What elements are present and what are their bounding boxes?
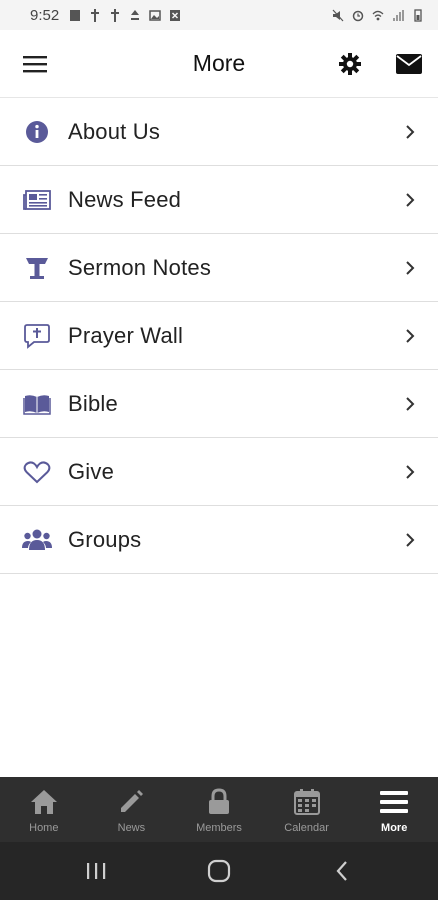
- tab-members[interactable]: Members: [175, 777, 263, 842]
- menu-item-groups[interactable]: Groups: [0, 506, 438, 574]
- menu-item-label: Sermon Notes: [68, 254, 212, 280]
- gear-icon: [339, 53, 361, 75]
- pencil-icon: [115, 787, 147, 817]
- menu-item-sermon-notes[interactable]: Sermon Notes: [0, 234, 438, 302]
- tab-home[interactable]: Home: [0, 777, 88, 842]
- menu-item-label: Groups: [68, 526, 142, 552]
- heart-icon: [22, 457, 52, 487]
- chevron-right-icon: [404, 462, 416, 482]
- status-notification-icons: [69, 8, 181, 22]
- mute-icon: [332, 9, 344, 22]
- tab-label: Members: [196, 822, 242, 834]
- notification-icon: [69, 9, 81, 22]
- menu-icon: [378, 787, 410, 817]
- podium-icon: [22, 253, 52, 283]
- calendar-icon: [291, 787, 323, 817]
- status-system-icons: [332, 8, 424, 22]
- cross-icon: [89, 8, 101, 22]
- tab-more[interactable]: More: [350, 777, 438, 842]
- menu-item-label: News Feed: [68, 186, 182, 212]
- tab-label: News: [117, 822, 146, 834]
- menu-item-about-us[interactable]: About Us: [0, 98, 438, 166]
- settings-button[interactable]: [335, 50, 365, 78]
- signal-icon: [392, 9, 404, 22]
- wifi-icon: [372, 9, 384, 22]
- menu-item-label: Bible: [68, 390, 118, 416]
- menu-item-give[interactable]: Give: [0, 438, 438, 506]
- chevron-right-icon: [404, 530, 416, 550]
- menu-item-bible[interactable]: Bible: [0, 370, 438, 438]
- menu-item-label: Prayer Wall: [68, 322, 184, 348]
- image-icon: [149, 9, 161, 22]
- status-time: 9:52: [30, 6, 60, 24]
- chevron-right-icon: [404, 122, 416, 142]
- tab-label: More: [381, 822, 408, 834]
- lock-icon: [203, 787, 235, 817]
- hamburger-icon: [23, 56, 47, 73]
- status-bar: 9:52: [0, 0, 438, 30]
- tab-calendar[interactable]: Calendar: [263, 777, 351, 842]
- upload-icon: [129, 9, 141, 22]
- home-icon: [28, 787, 60, 817]
- app-header: More: [0, 30, 438, 98]
- menu-item-news-feed[interactable]: News Feed: [0, 166, 438, 234]
- home-circle-icon: [207, 859, 231, 883]
- cross-icon: [109, 8, 121, 22]
- recent-apps-button[interactable]: [76, 856, 116, 886]
- mail-button[interactable]: [393, 50, 425, 78]
- tab-label: Home: [29, 822, 59, 834]
- envelope-icon: [396, 54, 422, 74]
- recent-apps-icon: [87, 863, 106, 879]
- alarm-icon: [352, 9, 364, 22]
- battery-icon: [412, 8, 424, 22]
- chevron-right-icon: [404, 326, 416, 346]
- page-title: More: [192, 50, 246, 76]
- menu-item-label: Give: [68, 458, 115, 484]
- open-book-icon: [22, 389, 52, 419]
- close-box-icon: [169, 9, 181, 22]
- more-menu-list: About Us News Feed Sermon Notes Prayer W…: [0, 98, 438, 574]
- menu-item-prayer-wall[interactable]: Prayer Wall: [0, 302, 438, 370]
- chevron-right-icon: [404, 394, 416, 414]
- hamburger-menu-button[interactable]: [20, 50, 50, 78]
- home-system-button[interactable]: [199, 856, 239, 886]
- chevron-right-icon: [404, 258, 416, 278]
- chevron-right-icon: [404, 190, 416, 210]
- tab-news[interactable]: News: [88, 777, 176, 842]
- newspaper-icon: [22, 185, 52, 215]
- back-system-button[interactable]: [322, 856, 362, 886]
- menu-item-label: About Us: [68, 118, 161, 144]
- bottom-navigation: Home News Members Calendar More: [0, 777, 438, 842]
- system-navigation-bar: [0, 842, 438, 900]
- info-icon: [22, 117, 52, 147]
- back-chevron-icon: [336, 861, 347, 881]
- prayer-chat-icon: [22, 321, 52, 351]
- tab-label: Calendar: [284, 822, 329, 834]
- users-icon: [22, 525, 52, 555]
